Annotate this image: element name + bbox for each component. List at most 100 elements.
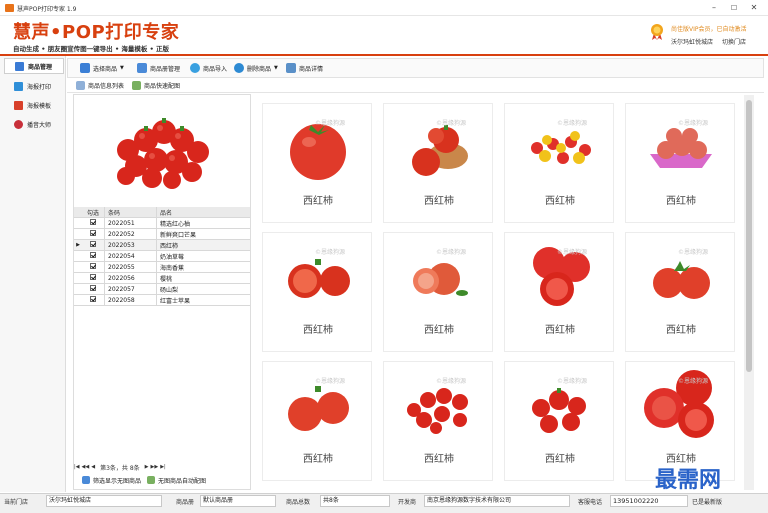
card-caption: 西红柿 <box>545 454 575 465</box>
pager-prev-page-button[interactable]: ◀◀ <box>82 464 90 470</box>
table-row[interactable]: 2022051 精选红心柚 <box>74 218 250 229</box>
col-code-header[interactable]: 条码 <box>104 207 156 217</box>
sidebar-item-broadcast[interactable]: 播音大师 <box>4 116 64 132</box>
row-name: 西红柿 <box>156 240 250 250</box>
row-checkbox[interactable] <box>90 241 96 247</box>
status-catalog-value: 默认商品册 <box>200 495 276 507</box>
sidebar-item-label: 海报打印 <box>27 83 52 91</box>
status-store-label: 当前门店 <box>4 499 29 506</box>
image-card[interactable]: ©恩缘狗源 西红柿 <box>262 103 372 223</box>
header-divider <box>0 54 768 56</box>
card-caption: 西红柿 <box>666 325 696 336</box>
card-caption: 西红柿 <box>545 325 575 336</box>
row-pointer-icon: ▶ <box>76 242 80 248</box>
tab-product-list[interactable]: 商品信息列表 <box>76 80 124 91</box>
row-name: 樱桃 <box>156 273 250 283</box>
row-checkbox[interactable] <box>90 252 96 258</box>
minimize-button[interactable]: – <box>704 2 724 14</box>
pager-next-page-button[interactable]: ▶▶ <box>151 464 159 470</box>
table-row[interactable]: 2022056 樱桃 <box>74 273 250 284</box>
table-row[interactable]: 2022055 海南香蕉 <box>74 262 250 273</box>
image-card[interactable]: ©恩缘狗源 西红柿 <box>383 361 493 481</box>
store-name: 沃尔玛虹悦城店 <box>671 39 714 46</box>
sidebar-item-poster-print[interactable]: 海报打印 <box>4 78 64 94</box>
image-card[interactable]: ©恩缘狗源 西红柿 <box>504 103 614 223</box>
catalog-manage-button[interactable]: 商品册管理 <box>137 61 180 75</box>
select-products-button[interactable]: 选择商品 ▼ <box>80 61 124 75</box>
col-name-header[interactable]: 品名 <box>156 207 250 217</box>
table-row[interactable]: 2022052 新鲜爽口芒果 <box>74 229 250 240</box>
image-card[interactable]: ©恩缘狗源 西红柿 <box>262 232 372 352</box>
print-icon <box>14 81 23 91</box>
select-products-label: 选择商品 <box>93 65 118 73</box>
table-header: 勾选 条码 品名 <box>74 207 250 218</box>
pager-next-button[interactable]: ▶ <box>145 464 149 470</box>
image-card[interactable]: ©恩缘狗源 西红柿 <box>504 232 614 352</box>
show-no-image-label: 筛选显示无图商品 <box>93 477 142 485</box>
template-icon <box>14 100 23 110</box>
card-watermark: ©恩缘狗源 <box>315 249 346 256</box>
row-checkbox[interactable] <box>90 219 96 225</box>
product-icon <box>15 61 24 71</box>
image-card[interactable]: ©恩缘狗源 西红柿 <box>625 103 735 223</box>
status-version: 已是最新版 <box>692 499 723 506</box>
pager-first-button[interactable]: |◀ <box>74 464 80 470</box>
image-card[interactable]: ©恩缘狗源 西红柿 <box>625 232 735 352</box>
row-checkbox[interactable] <box>90 296 96 302</box>
broadcast-icon <box>14 119 23 129</box>
status-count-value: 共8条 <box>320 495 390 507</box>
row-checkbox[interactable] <box>90 274 96 280</box>
card-watermark: ©恩缘狗源 <box>315 378 346 385</box>
tab-quick-image[interactable]: 商品快速配图 <box>132 80 180 91</box>
row-name: 红富士苹果 <box>156 295 250 305</box>
row-checkbox[interactable] <box>90 263 96 269</box>
sidebar-item-label: 播音大师 <box>27 121 52 129</box>
catalog-icon <box>137 63 147 73</box>
image-card[interactable]: ©恩缘狗源 西红柿 <box>383 232 493 352</box>
maximize-button[interactable]: ☐ <box>724 2 744 14</box>
scrollbar-thumb[interactable] <box>746 100 752 372</box>
row-code: 2022054 <box>104 251 156 261</box>
show-no-image-button[interactable]: 筛选显示无图商品 <box>82 476 141 485</box>
tab-label: 商品信息列表 <box>88 83 125 90</box>
card-watermark: ©恩缘狗源 <box>436 120 467 127</box>
table-row[interactable]: 2022058 红富士苹果 <box>74 295 250 306</box>
sidebar-item-poster-template[interactable]: 海报模板 <box>4 97 64 113</box>
detail-icon <box>286 63 296 73</box>
import-products-button[interactable]: 商品导入 <box>190 61 227 75</box>
pager-prev-button[interactable]: ◀ <box>91 464 95 470</box>
image-card[interactable]: ©恩缘狗源 西红柿 <box>504 361 614 481</box>
sidebar-item-product-manage[interactable]: 商品管理 <box>4 58 64 74</box>
card-watermark: ©恩缘狗源 <box>557 120 588 127</box>
table-row[interactable]: 2022057 砀山梨 <box>74 284 250 295</box>
switch-store-link[interactable]: 切换门店 <box>722 37 746 46</box>
card-caption: 西红柿 <box>424 196 454 207</box>
card-caption: 西红柿 <box>666 196 696 207</box>
image-card[interactable]: ©恩缘狗源 西红柿 <box>383 103 493 223</box>
row-checkbox[interactable] <box>90 285 96 291</box>
auto-image-label: 无图商品自动配图 <box>158 477 207 485</box>
auto-image-button[interactable]: 无图商品自动配图 <box>147 476 206 485</box>
row-code: 2022052 <box>104 229 156 239</box>
row-name: 砀山梨 <box>156 284 250 294</box>
status-catalog-label: 商品册 <box>176 499 195 506</box>
table-row[interactable]: 2022054 奶油草莓 <box>74 251 250 262</box>
row-code: 2022051 <box>104 218 156 228</box>
import-icon <box>190 63 200 73</box>
site-watermark: 最需网 <box>655 467 722 493</box>
product-detail-label: 商品详情 <box>299 65 324 73</box>
status-count-label: 商品总数 <box>286 499 311 506</box>
card-watermark: ©恩缘狗源 <box>678 120 709 127</box>
row-name: 新鲜爽口芒果 <box>156 229 250 239</box>
pager-last-button[interactable]: ▶| <box>160 464 166 470</box>
card-watermark: ©恩缘狗源 <box>436 249 467 256</box>
status-store-value: 沃尔玛虹悦城店 <box>46 495 162 507</box>
row-checkbox[interactable] <box>90 230 96 236</box>
col-check-header[interactable]: 勾选 <box>82 208 104 217</box>
close-button[interactable]: ✕ <box>744 2 764 14</box>
image-card[interactable]: ©恩缘狗源 西红柿 <box>262 361 372 481</box>
chevron-down-icon: ▼ <box>120 65 124 71</box>
product-detail-button[interactable]: 商品详情 <box>286 61 323 75</box>
table-row-selected[interactable]: ▶ 2022053 西红柿 <box>74 240 250 251</box>
delete-products-button[interactable]: 删除商品 ▼ <box>234 61 278 75</box>
